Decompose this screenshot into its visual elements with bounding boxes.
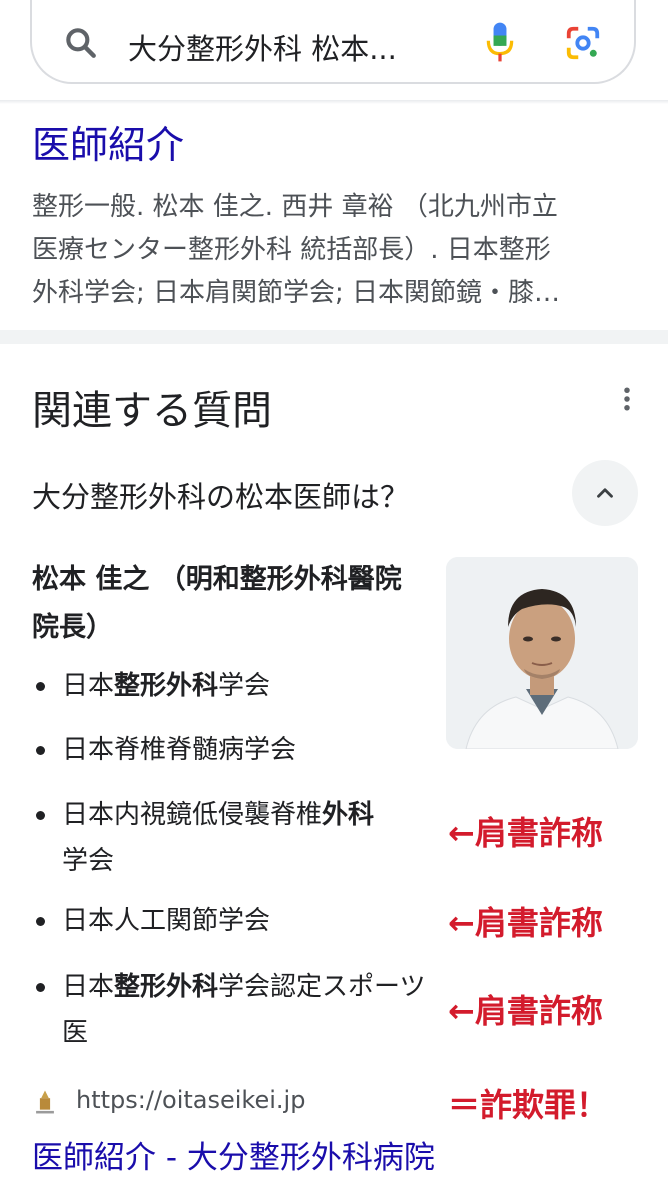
related-questions-heading: 関連する質問 xyxy=(32,388,272,434)
bullet-dot xyxy=(36,983,45,992)
search-header: 大分整形外科 松本... xyxy=(0,0,668,100)
section-separator xyxy=(0,330,668,344)
header-divider xyxy=(0,100,668,104)
search-query-text[interactable]: 大分整形外科 松本... xyxy=(128,26,397,68)
chevron-up-icon xyxy=(597,488,613,498)
item-text: 日本 xyxy=(62,972,115,1002)
result-title-link[interactable]: 医師紹介 xyxy=(32,114,184,169)
search-bar[interactable]: 大分整形外科 松本... xyxy=(30,0,636,84)
item-text: 学会 xyxy=(218,671,271,701)
source-url[interactable]: https://oitaseikei.jp xyxy=(76,1086,305,1114)
item-highlight: 整形外科 xyxy=(114,671,219,701)
red-annotation: ←肩書詐称 xyxy=(448,904,603,942)
result-snippet: 整形一般. 松本 佳之. 西井 章裕 （北九州市立 医療センター整形外科 統括部… xyxy=(32,186,632,315)
source-title-link[interactable]: 医師紹介 - 大分整形外科病院 xyxy=(32,1132,435,1177)
item-text: 日本脊椎脊髄病学会 xyxy=(62,735,297,765)
collapse-button[interactable] xyxy=(572,460,638,526)
answer-title: 松本 佳之 （明和整形外科醫院 院長） xyxy=(32,564,402,643)
more-options-icon[interactable] xyxy=(612,384,642,414)
snippet-line: 整形一般. 松本 佳之. 西井 章裕 （北九州市立 xyxy=(32,192,558,222)
site-favicon-icon xyxy=(36,1090,54,1114)
item-text: 日本内視鏡低侵襲脊椎 xyxy=(62,800,323,830)
item-text: 日本 xyxy=(62,671,115,701)
red-annotation: ＝詐欺罪！ xyxy=(448,1086,609,1124)
item-text: 学会 xyxy=(62,846,115,876)
bullet-dot xyxy=(36,917,45,926)
item-text: 日本人工関節学会 xyxy=(62,906,271,936)
bullet-dot xyxy=(36,746,45,755)
snippet-line: 外科学会; 日本肩関節学会; 日本関節鏡・膝… xyxy=(32,278,561,308)
snippet-line: 医療センター整形外科 統括部長）. 日本整形 xyxy=(32,235,551,265)
bullet-dot xyxy=(36,682,45,691)
google-lens-icon[interactable] xyxy=(564,24,602,62)
microphone-icon[interactable] xyxy=(484,20,516,64)
doctor-photo[interactable] xyxy=(446,557,638,749)
item-highlight: 外科 xyxy=(322,800,375,830)
red-annotation: ←肩書詐称 xyxy=(448,992,603,1030)
red-annotation: ←肩書詐称 xyxy=(448,814,603,852)
bullet-dot xyxy=(36,811,45,820)
related-question[interactable]: 大分整形外科の松本医師は？ xyxy=(32,474,409,516)
doctor-portrait-image xyxy=(446,557,638,749)
search-icon[interactable] xyxy=(62,24,100,62)
item-highlight: 整形外科 xyxy=(114,972,219,1002)
